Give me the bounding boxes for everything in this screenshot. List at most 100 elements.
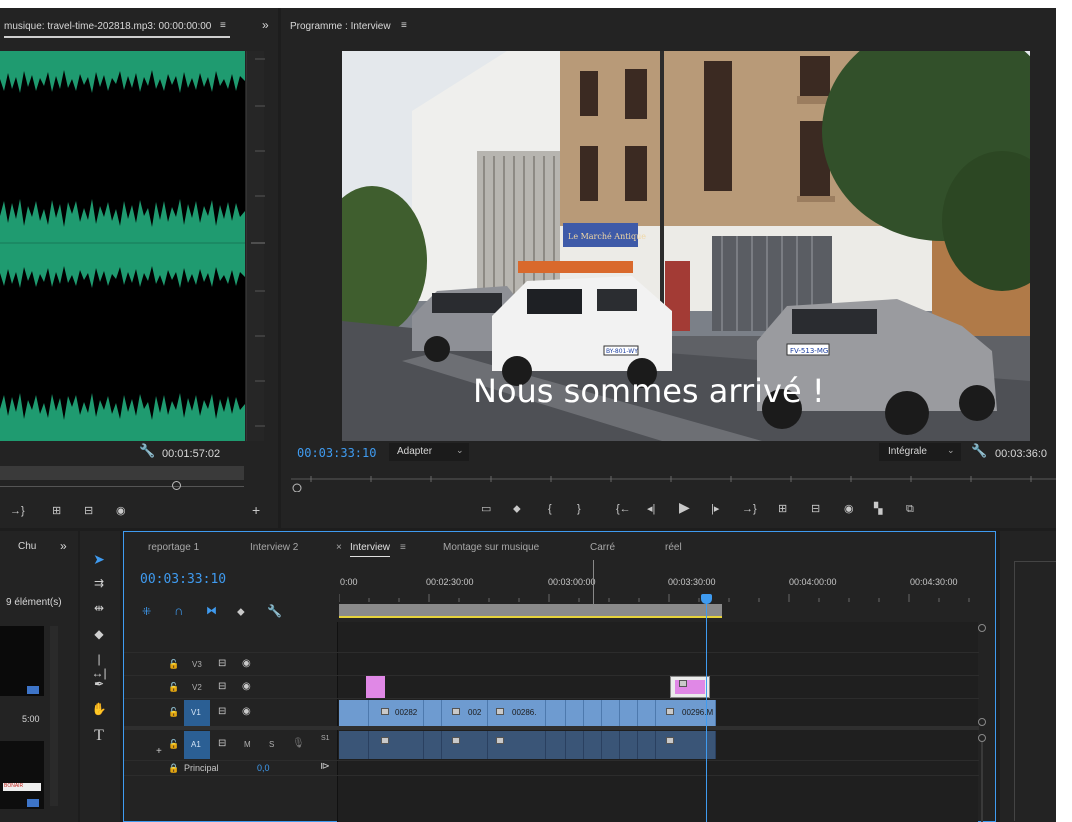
track-target-v1[interactable]: V1 (184, 700, 210, 726)
audio-clip[interactable] (620, 731, 638, 759)
tab-reportage-1[interactable]: reportage 1 (148, 542, 199, 553)
video-clip[interactable]: 00282 (369, 700, 424, 726)
type-tool-icon[interactable]: T (90, 727, 108, 745)
audio-clip[interactable] (546, 731, 566, 759)
tab-montage-sur-musique[interactable]: Montage sur musique (443, 542, 539, 553)
time-ruler[interactable] (338, 590, 979, 602)
nest-toggle-icon[interactable]: ⁜ (142, 606, 151, 618)
pen-tool-icon[interactable]: ✒ (90, 677, 108, 691)
video-clip[interactable] (424, 700, 442, 726)
voice-over-mic-icon[interactable]: 🎙 (292, 738, 305, 750)
lock-icon[interactable]: 🔓 (168, 738, 179, 750)
selection-tool-icon[interactable]: ➤ (90, 551, 108, 568)
add-marker-icon[interactable]: ⬥ (237, 606, 245, 618)
step-forward-icon[interactable]: |▸ (711, 503, 719, 515)
video-clip[interactable] (584, 700, 602, 726)
video-clip[interactable] (638, 700, 656, 726)
mark-out-icon[interactable]: } (577, 503, 581, 515)
audio-clip[interactable] (602, 731, 620, 759)
project-tab[interactable]: Chu (18, 541, 36, 552)
playhead-line[interactable] (706, 594, 707, 822)
sync-lock-icon[interactable]: ⊟ (218, 658, 226, 670)
extract-icon[interactable]: ⊟ (811, 503, 820, 515)
eye-icon[interactable]: ◉ (242, 706, 251, 718)
program-monitor-title[interactable]: Programme : Interview (290, 21, 391, 32)
source-zoom-handle[interactable] (172, 481, 181, 490)
video-clip[interactable]: 002 (442, 700, 488, 726)
tab-menu-icon[interactable]: ≡ (400, 542, 406, 553)
lock-icon[interactable]: 🔒 (168, 762, 179, 774)
project-scrollbar[interactable] (50, 626, 58, 806)
overwrite-icon[interactable]: ⊟ (84, 505, 93, 517)
export-frame-icon[interactable]: ◉ (116, 505, 126, 517)
audio-clip[interactable] (656, 731, 716, 759)
settings-wrench-icon[interactable]: 🔧 (139, 444, 155, 457)
tab-close-icon[interactable]: × (336, 542, 342, 553)
mute-button[interactable]: M (244, 740, 251, 749)
timeline-settings-wrench-icon[interactable]: 🔧 (267, 605, 282, 617)
video-clip[interactable]: 00296.M (656, 700, 716, 726)
project-thumbnail-1[interactable] (0, 626, 44, 696)
tab-reel[interactable]: réel (665, 542, 682, 553)
source-timecode[interactable]: 00:01:57:02 (162, 448, 220, 460)
razor-tool-icon[interactable]: ◆ (90, 627, 108, 641)
tab-carre[interactable]: Carré (590, 542, 615, 553)
ripple-edit-tool-icon[interactable]: ⇹ (90, 601, 108, 615)
tab-interview[interactable]: Interview (350, 542, 391, 557)
lock-icon[interactable]: 🔓 (168, 681, 179, 693)
export-frame-icon[interactable]: ◉ (844, 503, 854, 515)
video-clip[interactable] (602, 700, 620, 726)
track-select-tool-icon[interactable]: ⇉ (90, 576, 108, 590)
playhead-handle[interactable] (701, 594, 712, 604)
timeline-scrollbar[interactable] (976, 622, 986, 822)
add-track-icon[interactable]: + (156, 746, 162, 758)
fit-dropdown[interactable]: Adapter ⌄ (389, 443, 469, 461)
safe-margins-icon[interactable]: ▭ (481, 503, 491, 515)
audio-clip[interactable] (369, 731, 424, 759)
linked-selection-icon[interactable]: ⧓ (206, 605, 217, 617)
video-clip[interactable]: 00286. (488, 700, 546, 726)
sync-lock-icon[interactable]: ⊟ (218, 738, 226, 750)
sync-lock-icon[interactable]: ⊟ (218, 681, 226, 693)
lock-icon[interactable]: 🔓 (168, 706, 179, 718)
audio-clip[interactable] (424, 731, 442, 759)
video-clip[interactable] (339, 700, 369, 726)
audio-waveform[interactable] (0, 51, 245, 441)
insert-icon[interactable]: ⊞ (52, 505, 61, 517)
add-button-icon[interactable]: + (252, 503, 260, 517)
audio-clip[interactable] (339, 731, 369, 759)
audio-clip[interactable] (584, 731, 602, 759)
add-marker-icon[interactable]: ⬥ (513, 503, 521, 515)
program-menu-icon[interactable]: ≡ (401, 20, 407, 31)
snap-icon[interactable]: ∩ (174, 604, 183, 617)
program-current-timecode[interactable]: 00:03:33:10 (297, 446, 376, 460)
lift-icon[interactable]: ⊞ (778, 503, 787, 515)
eye-icon[interactable]: ◉ (242, 658, 251, 670)
program-scrub-bar[interactable] (291, 470, 1056, 493)
project-thumbnail-2[interactable]: BONAIR (0, 741, 44, 809)
go-to-in-icon[interactable]: {← (616, 503, 631, 515)
solo-button[interactable]: S (269, 740, 274, 749)
timeline-timecode[interactable]: 00:03:33:10 (140, 572, 226, 587)
master-volume-value[interactable]: 0,0 (257, 763, 270, 773)
audio-clip[interactable] (566, 731, 584, 759)
source-scrub-bar[interactable] (0, 464, 244, 490)
eye-icon[interactable]: ◉ (242, 681, 251, 693)
mark-in-icon[interactable]: { (548, 503, 552, 515)
work-area-bar[interactable] (339, 604, 722, 618)
slip-tool-icon[interactable]: |↔| (90, 652, 108, 680)
sync-lock-icon[interactable]: ⊟ (218, 706, 226, 718)
play-icon[interactable]: ▶ (679, 500, 690, 514)
video-clip[interactable] (566, 700, 584, 726)
source-menu-icon[interactable]: ≡ (220, 20, 226, 31)
audio-clip[interactable] (488, 731, 546, 759)
audio-clip[interactable] (638, 731, 656, 759)
panel-expand-icon[interactable]: » (60, 539, 67, 553)
quality-dropdown[interactable]: Intégrale ⌄ (879, 443, 961, 461)
comparison-view-icon[interactable]: ▚ (874, 503, 882, 515)
settings-wrench-icon[interactable]: 🔧 (971, 444, 987, 457)
program-video-frame[interactable]: Le Marché Antique BY-801-WY FV-513-MG No… (342, 51, 1030, 441)
panel-expand-icon[interactable]: » (262, 18, 269, 32)
master-go-to-end-icon[interactable]: ⧐ (320, 761, 330, 773)
step-back-icon[interactable]: ◂| (647, 503, 655, 515)
